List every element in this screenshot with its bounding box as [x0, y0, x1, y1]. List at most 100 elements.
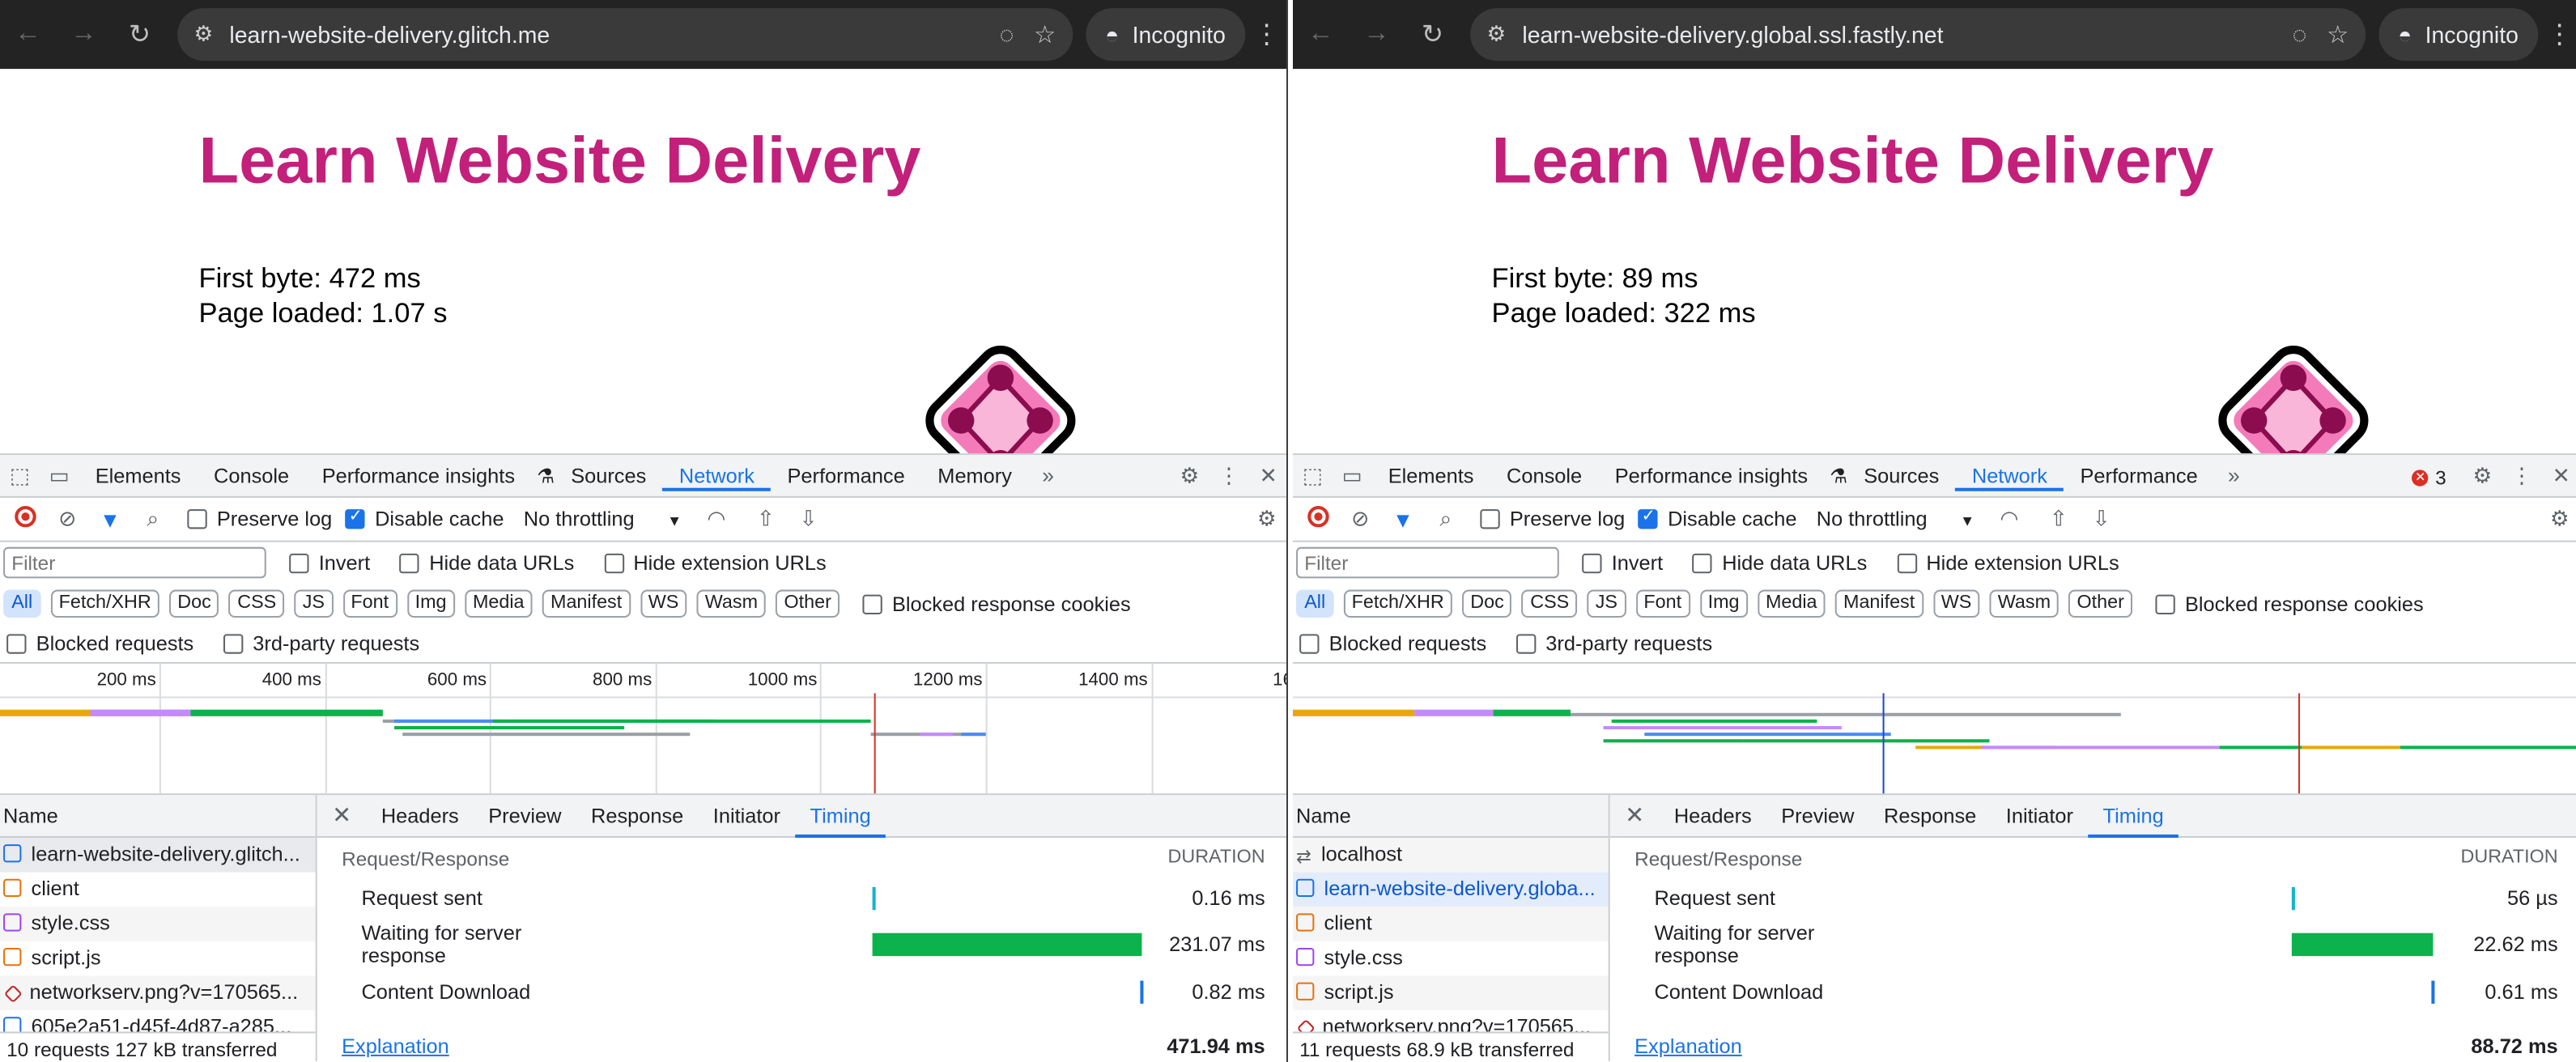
- search-icon[interactable]: ⌕: [1424, 506, 1467, 532]
- hide-data-urls-checkbox[interactable]: Hide data URLs: [1692, 551, 1867, 574]
- close-detail-icon[interactable]: ✕: [1610, 801, 1660, 829]
- blocked-response-cookies-checkbox[interactable]: Blocked response cookies: [2155, 593, 2424, 615]
- detail-tab-initiator[interactable]: Initiator: [1992, 795, 2089, 837]
- preserve-log-checkbox[interactable]: Preserve log: [187, 508, 332, 530]
- filter-input[interactable]: [3, 546, 266, 579]
- star-icon[interactable]: ☆: [1034, 19, 1056, 49]
- third-party-requests-checkbox[interactable]: 3rd-party requests: [223, 631, 419, 655]
- detail-tab-initiator[interactable]: Initiator: [699, 795, 796, 837]
- address-bar[interactable]: ⚙ learn-website-delivery.global.ssl.fast…: [1470, 8, 2366, 62]
- tab-sources[interactable]: Sources: [1847, 464, 1956, 486]
- hide-extension-urls-checkbox[interactable]: Hide extension URLs: [1896, 551, 2119, 574]
- blocked-response-cookies-checkbox[interactable]: Blocked response cookies: [862, 593, 1131, 615]
- url-text[interactable]: learn-website-delivery.glitch.me: [229, 21, 980, 47]
- back-arrow-icon[interactable]: ←: [0, 6, 56, 62]
- back-arrow-icon[interactable]: ←: [1293, 6, 1349, 62]
- filter-funnel-icon[interactable]: ▼: [89, 507, 132, 531]
- type-filter-other[interactable]: Other: [2068, 589, 2133, 618]
- settings-gear-icon[interactable]: ⚙: [2463, 462, 2502, 488]
- detail-tab-timing[interactable]: Timing: [2088, 795, 2179, 837]
- filter-input[interactable]: [1296, 546, 1559, 579]
- name-column-header[interactable]: Name: [0, 795, 316, 838]
- record-stop-icon[interactable]: [3, 506, 46, 532]
- network-settings-icon[interactable]: ⚙: [1245, 506, 1286, 532]
- type-filter-font[interactable]: Font: [342, 589, 397, 618]
- invert-checkbox[interactable]: Invert: [1582, 551, 1663, 574]
- export-har-icon[interactable]: ⇩: [787, 506, 830, 532]
- forward-arrow-icon[interactable]: →: [1349, 6, 1405, 62]
- more-menu-icon[interactable]: ⋮: [1245, 18, 1286, 51]
- hide-extension-urls-checkbox[interactable]: Hide extension URLs: [603, 551, 827, 574]
- incognito-badge[interactable]: ◓ Incognito: [1085, 8, 1246, 62]
- address-bar[interactable]: ⚙ learn-website-delivery.glitch.me ◌ ☆: [177, 8, 1073, 62]
- type-filter-media[interactable]: Media: [1757, 589, 1826, 618]
- type-filter-wasm[interactable]: Wasm: [696, 589, 767, 618]
- disable-cache-checkbox[interactable]: Disable cache: [345, 508, 504, 530]
- type-filter-wasm[interactable]: Wasm: [1989, 589, 2060, 618]
- close-devtools-icon[interactable]: ✕: [1248, 462, 1286, 488]
- type-filter-all[interactable]: All: [1296, 589, 1334, 618]
- network-overview-timeline[interactable]: 50 ms100 ms150 ms200 ms250 ms300 ms350 m…: [1293, 664, 2576, 796]
- request-row[interactable]: client: [1293, 907, 1609, 941]
- request-row[interactable]: learn-website-delivery.glitch...: [0, 837, 316, 873]
- type-filter-js[interactable]: JS: [294, 589, 334, 618]
- invert-checkbox[interactable]: Invert: [289, 551, 370, 574]
- type-filter-js[interactable]: JS: [1587, 589, 1626, 618]
- devtools-menu-icon[interactable]: ⋮: [1209, 462, 1249, 488]
- type-filter-media[interactable]: Media: [464, 589, 533, 618]
- type-filter-img[interactable]: Img: [406, 589, 455, 618]
- detail-tab-response[interactable]: Response: [1869, 795, 1992, 837]
- search-icon[interactable]: ⌕: [131, 506, 174, 532]
- request-row[interactable]: script.js: [0, 941, 316, 976]
- request-row[interactable]: script.js: [1293, 975, 1609, 1011]
- blocked-requests-checkbox[interactable]: Blocked requests: [1299, 631, 1486, 655]
- device-toolbar-icon[interactable]: ▭: [40, 462, 79, 488]
- tab-performance-insights[interactable]: Performance insights: [1598, 464, 1824, 486]
- tab-elements[interactable]: Elements: [1371, 464, 1490, 486]
- request-row[interactable]: networkserv.png?v=170565...: [0, 975, 316, 1011]
- clear-icon[interactable]: ⊘: [1339, 506, 1382, 532]
- tab-performance[interactable]: Performance: [2064, 464, 2214, 486]
- devtools-menu-icon[interactable]: ⋮: [2502, 462, 2542, 488]
- network-conditions-icon[interactable]: ◠: [1987, 506, 2030, 532]
- clear-icon[interactable]: ⊘: [46, 506, 89, 532]
- type-filter-ws[interactable]: WS: [1932, 589, 1980, 618]
- preserve-log-checkbox[interactable]: Preserve log: [1480, 508, 1625, 530]
- forward-arrow-icon[interactable]: →: [56, 6, 112, 62]
- tab-network[interactable]: Network: [662, 464, 772, 491]
- filter-funnel-icon[interactable]: ▼: [1382, 507, 1425, 531]
- eye-off-icon[interactable]: ◌: [1000, 20, 1014, 48]
- request-row[interactable]: ⇄ localhost: [1293, 837, 1609, 873]
- detail-tab-headers[interactable]: Headers: [367, 795, 474, 837]
- site-settings-icon[interactable]: ⚙: [193, 21, 213, 47]
- error-count-badge[interactable]: ✕ 3: [2412, 465, 2446, 489]
- eye-off-icon[interactable]: ◌: [2293, 20, 2307, 48]
- throttling-select[interactable]: No throttling ▼: [524, 508, 682, 530]
- type-filter-doc[interactable]: Doc: [169, 589, 219, 618]
- more-menu-icon[interactable]: ⋮: [2538, 18, 2576, 51]
- type-filter-ws[interactable]: WS: [640, 589, 687, 618]
- type-filter-fetch-xhr[interactable]: Fetch/XHR: [1343, 589, 1452, 618]
- detail-tab-preview[interactable]: Preview: [1766, 795, 1869, 837]
- incognito-badge[interactable]: ◓ Incognito: [2378, 8, 2539, 62]
- import-har-icon[interactable]: ⇧: [2037, 506, 2080, 532]
- close-devtools-icon[interactable]: ✕: [2541, 462, 2576, 488]
- request-row[interactable]: learn-website-delivery.globa...: [1293, 872, 1609, 907]
- type-filter-fetch-xhr[interactable]: Fetch/XHR: [50, 589, 159, 618]
- more-tabs-chevron-icon[interactable]: »: [2214, 463, 2254, 487]
- request-row[interactable]: style.css: [0, 907, 316, 941]
- site-settings-icon[interactable]: ⚙: [1486, 21, 1506, 47]
- type-filter-font[interactable]: Font: [1635, 589, 1690, 618]
- record-stop-icon[interactable]: [1296, 506, 1339, 532]
- detail-tab-timing[interactable]: Timing: [795, 795, 886, 837]
- name-column-header[interactable]: Name: [1293, 795, 1609, 838]
- network-conditions-icon[interactable]: ◠: [695, 506, 738, 532]
- type-filter-css[interactable]: CSS: [229, 589, 285, 618]
- explanation-link[interactable]: Explanation: [1634, 1035, 1742, 1058]
- tab-sources[interactable]: Sources: [555, 464, 663, 486]
- settings-gear-icon[interactable]: ⚙: [1170, 462, 1209, 488]
- tab-network[interactable]: Network: [1955, 464, 2064, 491]
- type-filter-all[interactable]: All: [3, 589, 41, 618]
- reload-icon[interactable]: ↻: [1405, 6, 1460, 62]
- hide-data-urls-checkbox[interactable]: Hide data URLs: [399, 551, 574, 574]
